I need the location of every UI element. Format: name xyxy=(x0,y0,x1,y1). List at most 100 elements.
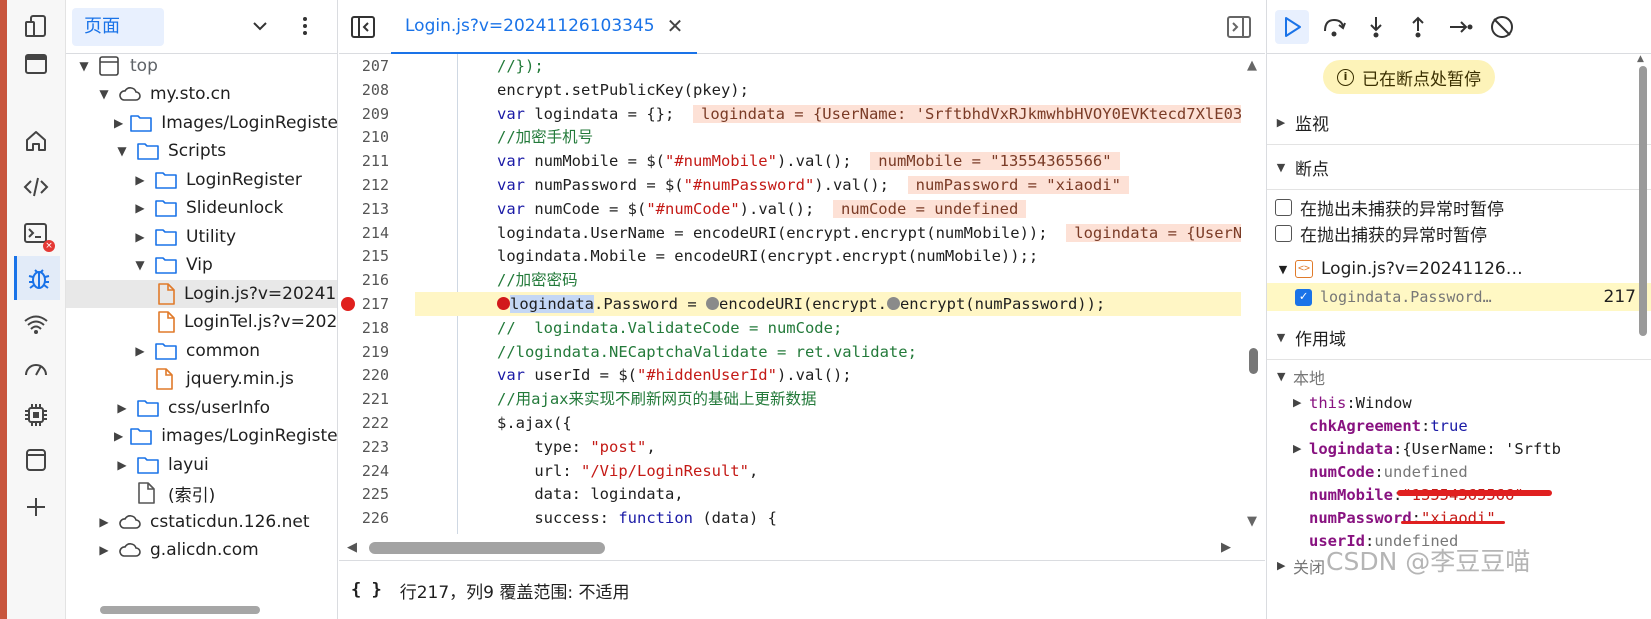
tree-item[interactable]: ▶ common xyxy=(66,337,337,365)
pause-caught-checkbox[interactable] xyxy=(1275,224,1292,242)
code-line[interactable]: // logindata.ValidateCode = numCode; xyxy=(415,316,1241,340)
expand-triangle-icon[interactable]: ▶ xyxy=(96,543,112,557)
line-number[interactable]: 215 xyxy=(339,244,389,268)
expand-triangle-icon[interactable]: ▶ xyxy=(132,230,148,244)
line-number[interactable]: 221 xyxy=(339,387,389,411)
pause-uncaught-checkbox[interactable] xyxy=(1275,198,1292,216)
memory-icon[interactable] xyxy=(17,396,55,434)
breakpoint-file-group[interactable]: ▼ <> Login.js?v=20241126103345 xyxy=(1267,255,1651,283)
code-line[interactable]: //logindata.NECaptchaValidate = ret.vali… xyxy=(415,340,1241,364)
breakpoint-enabled-checkbox[interactable]: ✓ xyxy=(1295,288,1312,306)
scope-variable-this[interactable]: ▶ this: Window xyxy=(1293,391,1412,414)
resume-button[interactable] xyxy=(1275,10,1309,44)
scroll-up-icon[interactable]: ▲ xyxy=(1247,58,1257,73)
step-into-button[interactable] xyxy=(1359,10,1393,44)
code-line[interactable]: type: "post", xyxy=(415,435,1241,459)
line-number[interactable]: 210 xyxy=(339,125,389,149)
code-line[interactable]: $.ajax({ xyxy=(415,411,1241,435)
expand-triangle-icon[interactable]: ▶ xyxy=(132,344,148,358)
tree-item[interactable]: ▼ top xyxy=(66,52,337,80)
code-line[interactable]: var numMobile = $("#numMobile").val(); n… xyxy=(415,149,1241,173)
tree-item[interactable]: Login.js?v=20241126103345 xyxy=(66,280,337,308)
scroll-left-icon[interactable]: ◀ xyxy=(347,540,357,555)
deactivate-breakpoints-button[interactable] xyxy=(1485,10,1519,44)
collapse-triangle-icon[interactable]: ▼ xyxy=(76,59,92,73)
step-over-button[interactable] xyxy=(1317,10,1351,44)
expand-triangle-icon[interactable]: ▶ xyxy=(1293,442,1309,455)
code-line[interactable]: var numCode = $("#numCode").val(); numCo… xyxy=(415,197,1241,221)
more-options-icon[interactable] xyxy=(301,14,309,43)
tree-item[interactable]: ▼ my.sto.cn xyxy=(66,80,337,108)
tree-item[interactable]: ▶ LoginRegister xyxy=(66,166,337,194)
section-watch[interactable]: ▶ 监视 xyxy=(1267,101,1651,145)
line-number[interactable]: 212 xyxy=(339,173,389,197)
scroll-thumb[interactable] xyxy=(1249,348,1258,374)
network-icon[interactable] xyxy=(17,305,55,343)
line-number[interactable]: 222 xyxy=(339,411,389,435)
code-line[interactable]: logindata.UserName = encodeURI(encrypt.e… xyxy=(415,221,1241,245)
tree-item[interactable]: ▶ css/userInfo xyxy=(66,394,337,422)
tree-item[interactable]: ▶ cstaticdun.126.net xyxy=(66,508,337,536)
line-number[interactable]: 217 xyxy=(339,292,389,316)
expand-triangle-icon[interactable]: ▶ xyxy=(114,429,123,443)
line-number[interactable]: 223 xyxy=(339,435,389,459)
scope-closure-header[interactable]: ▶ 关闭 xyxy=(1277,554,1325,577)
code-line[interactable]: var userId = $("#hiddenUserId").val(); xyxy=(415,363,1241,387)
line-number[interactable]: 218 xyxy=(339,316,389,340)
performance-icon[interactable] xyxy=(17,350,55,388)
section-breakpoints[interactable]: ▼ 断点 xyxy=(1267,146,1651,190)
toggle-debugger-icon[interactable] xyxy=(1227,16,1251,43)
step-out-button[interactable] xyxy=(1401,10,1435,44)
code-line[interactable]: //用ajax来实现不刷新网页的基础上更新数据 xyxy=(415,387,1241,411)
more-tabs-chevron-icon[interactable] xyxy=(251,17,269,40)
inline-step-marker-icon[interactable] xyxy=(705,297,719,310)
scope-local-header[interactable]: ▼ 本地 xyxy=(1277,365,1325,388)
expand-triangle-icon[interactable]: ▶ xyxy=(114,116,123,130)
line-number[interactable]: 220 xyxy=(339,363,389,387)
inline-step-marker-icon[interactable] xyxy=(886,297,900,310)
collapse-triangle-icon[interactable]: ▼ xyxy=(132,258,148,272)
device-toolbar-icon[interactable] xyxy=(17,8,55,46)
elements-icon[interactable] xyxy=(17,168,55,206)
scroll-right-icon[interactable]: ▶ xyxy=(1221,540,1231,555)
line-number[interactable]: 225 xyxy=(339,482,389,506)
console-icon[interactable]: × xyxy=(17,214,55,252)
application-icon[interactable] xyxy=(17,441,55,479)
pause-caught-option[interactable]: 在抛出捕获的异常时暂停 xyxy=(1267,220,1651,246)
tree-item[interactable]: ▶ Utility xyxy=(66,223,337,251)
expand-triangle-icon[interactable]: ▶ xyxy=(1293,396,1309,409)
hscroll-thumb[interactable] xyxy=(369,542,605,554)
tree-item[interactable]: ▶ layui xyxy=(66,451,337,479)
code-line[interactable]: logindata.Mobile = encodeURI(encrypt.enc… xyxy=(415,244,1241,268)
window-icon[interactable] xyxy=(17,45,55,83)
toggle-navigator-icon[interactable] xyxy=(351,16,375,43)
pretty-print-button[interactable]: { } xyxy=(351,580,382,600)
navigator-horizontal-scrollbar[interactable] xyxy=(74,604,334,614)
expand-triangle-icon[interactable]: ▶ xyxy=(114,401,130,415)
add-panel-icon[interactable] xyxy=(17,488,55,526)
tree-item[interactable]: LoginTel.js?v=20241126103345 xyxy=(66,308,337,336)
scroll-down-icon[interactable]: ▼ xyxy=(1247,514,1257,529)
tree-item[interactable]: ▼ Vip xyxy=(66,251,337,279)
code-line[interactable]: var logindata = {}; logindata = {UserNam… xyxy=(415,102,1241,126)
tree-item[interactable]: jquery.min.js xyxy=(66,365,337,393)
close-tab-icon[interactable]: ✕ xyxy=(667,14,684,38)
code-line[interactable]: //加密手机号 xyxy=(415,125,1241,149)
sources-icon[interactable] xyxy=(14,256,60,300)
code-line[interactable]: //加密密码 xyxy=(415,268,1241,292)
expand-triangle-icon[interactable]: ▶ xyxy=(114,458,130,472)
tree-item[interactable]: (索引) xyxy=(66,479,337,507)
tree-item[interactable]: ▼ Scripts xyxy=(66,137,337,165)
editor-vertical-scrollbar[interactable]: ▲ ▼ xyxy=(1243,54,1265,534)
code-line[interactable]: url: "/Vip/LoginResult", xyxy=(415,459,1241,483)
code-line[interactable]: //}); xyxy=(415,54,1241,78)
line-number[interactable]: 209 xyxy=(339,102,389,126)
section-scope[interactable]: ▼ 作用域 xyxy=(1267,316,1651,360)
step-button[interactable] xyxy=(1443,10,1477,44)
code-area[interactable]: //}); encrypt.setPublicKey(pkey); var logi… xyxy=(415,54,1241,534)
line-number[interactable]: 214 xyxy=(339,221,389,245)
code-line[interactable]: var numPassword = $("#numPassword").val(… xyxy=(415,173,1241,197)
expand-triangle-icon[interactable]: ▶ xyxy=(132,173,148,187)
scope-variable-logindata[interactable]: ▶ logindata: {UserName: 'Srftb xyxy=(1293,437,1561,460)
scroll-up-icon[interactable]: ▲ xyxy=(1637,54,1644,64)
